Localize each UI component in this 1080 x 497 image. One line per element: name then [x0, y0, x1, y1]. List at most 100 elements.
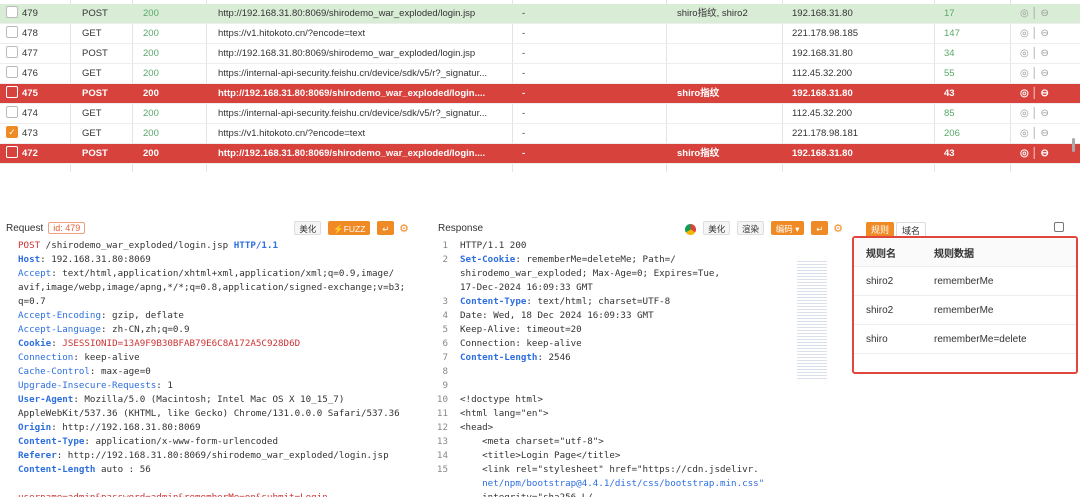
wrap-icon[interactable]: ↵ [811, 221, 829, 235]
settings-icon[interactable]: ⚙ [833, 223, 843, 235]
goto-icon[interactable]: ⊖ [1041, 108, 1049, 119]
ip-address: 192.168.31.80 [792, 148, 853, 159]
checkbox[interactable] [6, 6, 18, 19]
row-checkbox[interactable] [6, 44, 20, 64]
table-row[interactable]: 474 GET 200 https://internal-api-security.f… [0, 104, 1080, 124]
line-number: 6 [442, 338, 448, 349]
checkbox[interactable] [6, 86, 18, 99]
row-checkbox[interactable]: ✓ [6, 124, 20, 144]
request-id: 473 [22, 128, 38, 139]
goto-icon[interactable]: ⊖ [1041, 28, 1049, 39]
status-code: 200 [143, 28, 159, 39]
response-length: 43 [944, 88, 955, 99]
request-url: http://192.168.31.80:8069/shirodemo_war_… [218, 48, 476, 59]
row-checkbox[interactable] [6, 64, 20, 84]
table-row[interactable]: 472 POST 200 http://192.168.31.80:8069/shir… [0, 144, 1080, 164]
ip-address: 112.45.32.200 [792, 108, 853, 119]
table-row[interactable]: 479 POST 200 http://192.168.31.80:8069/shir… [0, 4, 1080, 24]
table-row[interactable]: shiro rememberMe=delete [854, 325, 1076, 354]
code-token: : 192.168.31.80:8069 [40, 254, 151, 265]
checkbox[interactable] [6, 106, 18, 119]
row-checkbox[interactable] [6, 104, 20, 124]
view-icon[interactable]: ◎ [1020, 68, 1029, 79]
ip-address: 221.178.98.181 [792, 128, 859, 139]
row-checkbox[interactable] [6, 84, 20, 104]
view-icon[interactable]: ◎ [1020, 48, 1029, 59]
table-row[interactable]: 475 POST 200 http://192.168.31.80:8069/shir… [0, 84, 1080, 104]
code-line: Cache-Control: max-age=0 [18, 365, 425, 379]
code-line: 3 Content-Type: text/html; charset=UTF-8 [432, 295, 847, 309]
settings-icon[interactable]: ⚙ [399, 223, 409, 235]
extra-field: - [522, 148, 526, 159]
fingerprint-tag: shiro指纹, shiro2 [677, 8, 748, 19]
row-checkbox[interactable] [6, 4, 20, 24]
view-icon[interactable]: ◎ [1020, 128, 1029, 139]
goto-icon[interactable]: ⊖ [1041, 148, 1049, 159]
row-checkbox[interactable] [6, 24, 20, 44]
http-method: POST [82, 48, 108, 59]
code-line: Cookie: JSESSIONID=13A9F9B30BFAB79E6C8A1… [18, 337, 425, 351]
encode-dropdown[interactable]: 编码 ▾ [770, 221, 805, 235]
goto-icon[interactable]: ⊖ [1041, 128, 1049, 139]
table-row[interactable]: shiro2 rememberMe [854, 296, 1076, 325]
extra-field: - [522, 28, 526, 39]
code-line: 13 <meta charset="utf-8"> [432, 435, 847, 449]
checkbox[interactable]: ✓ [6, 126, 18, 139]
wrap-icon[interactable]: ↵ [377, 221, 395, 235]
table-row[interactable]: shiro2 rememberMe [854, 267, 1076, 296]
code-token: Accept-Encoding [18, 310, 101, 321]
request-id: 472 [22, 148, 38, 159]
code-line: net/npm/bootstrap@4.4.1/dist/css/bootstr… [432, 477, 847, 491]
table-row[interactable]: 476 GET 200 https://internal-api-security.f… [0, 64, 1080, 84]
checkbox[interactable] [6, 146, 18, 159]
http-method: POST [82, 8, 108, 19]
view-icon[interactable]: ◎ [1020, 148, 1029, 159]
goto-icon[interactable]: ⊖ [1041, 88, 1049, 99]
panel-toggle-icon[interactable] [1054, 222, 1064, 232]
goto-icon[interactable]: ⊖ [1041, 8, 1049, 19]
table-scrollbar[interactable] [1072, 138, 1075, 152]
beautify-button[interactable]: 美化 [294, 221, 322, 235]
checkbox[interactable] [6, 66, 18, 79]
minimap[interactable] [797, 259, 827, 379]
line-number: 4 [442, 310, 448, 321]
code-line: integrity="sha256-L/ [432, 491, 847, 497]
view-icon[interactable]: ◎ [1020, 108, 1029, 119]
chrome-icon[interactable] [685, 223, 697, 235]
response-body[interactable]: 1 HTTP/1.1 200 2 Set-Cookie: rememberMe=del… [432, 239, 847, 497]
fingerprint-tag [677, 24, 777, 44]
code-token: : keep-alive [73, 352, 140, 363]
table-row[interactable]: 477 POST 200 http://192.168.31.80:8069/shir… [0, 44, 1080, 64]
code-token: Cookie [18, 338, 52, 349]
beautify-button[interactable]: 美化 [703, 221, 731, 235]
request-panel: Request id: 479 美化 ⚡FUZZ ↵ ⚙ POST /shiro… [0, 217, 425, 497]
code-token: : 2546 [537, 352, 571, 363]
view-icon[interactable]: ◎ [1020, 28, 1029, 39]
view-icon[interactable]: ◎ [1020, 8, 1029, 19]
code-token: HTTP/1.1 200 [460, 240, 527, 251]
request-url: http://192.168.31.80:8069/shirodemo_war_… [218, 88, 486, 99]
extra-field: - [522, 108, 526, 119]
goto-icon[interactable]: ⊖ [1041, 48, 1049, 59]
goto-icon[interactable]: ⊖ [1041, 68, 1049, 79]
code-token: <title>Login Page</title> [460, 450, 621, 461]
code-line: 17-Dec-2024 16:09:33 GMT [432, 281, 847, 295]
row-checkbox[interactable] [6, 144, 20, 164]
checkbox[interactable] [6, 26, 18, 39]
request-id-badge: id: 479 [48, 222, 86, 234]
fuzz-button[interactable]: ⚡FUZZ [328, 221, 371, 235]
code-token: avif,image/webp,image/apng,*/*;q=0.8,app… [18, 282, 406, 293]
fingerprint-tag [677, 64, 777, 84]
response-length: 17 [944, 8, 955, 19]
request-body[interactable]: POST /shirodemo_war_exploded/login.jsp H… [0, 239, 425, 497]
render-button[interactable]: 渲染 [736, 221, 764, 235]
request-url: https://v1.hitokoto.cn/?encode=text [218, 128, 366, 139]
table-row[interactable]: ✓ 473 GET 200 https://v1.hitokoto.cn/?encode… [0, 124, 1080, 144]
view-icon[interactable]: ◎ [1020, 88, 1029, 99]
code-line: 11 <html lang="en"> [432, 407, 847, 421]
code-token: Keep-Alive: timeout=20 [460, 324, 582, 335]
checkbox[interactable] [6, 46, 18, 59]
table-row[interactable]: 478 GET 200 https://v1.hitokoto.cn/?encode=… [0, 24, 1080, 44]
code-token: <meta charset="utf-8"> [460, 436, 604, 447]
divider: │ [1028, 88, 1041, 99]
